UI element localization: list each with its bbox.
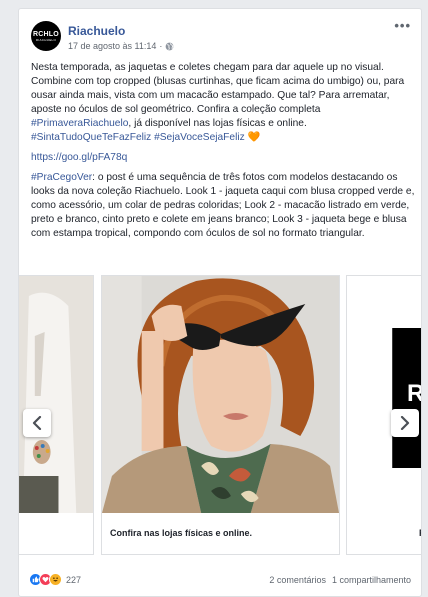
post-paragraph-1: Nesta temporada, as jaquetas e coletes c… xyxy=(31,61,415,145)
hashtag-seja[interactable]: #SejaVoceSejaFeliz xyxy=(154,132,245,143)
post-link[interactable]: https://goo.gl/pFA78q xyxy=(31,152,127,163)
globe-icon xyxy=(166,42,174,50)
look-3-photo xyxy=(102,276,339,513)
reactions-summary[interactable]: 227 xyxy=(29,573,81,586)
carousel-slide-current[interactable]: Confira nas lojas físicas e online. xyxy=(101,275,340,555)
chevron-left-icon xyxy=(32,416,42,430)
post-text: Nesta temporada, as jaquetas e coletes c… xyxy=(31,61,415,247)
photo-carousel: Confira nas lojas físicas e online. R R xyxy=(19,275,421,561)
shares-count-link[interactable]: 1 compartilhamento xyxy=(332,575,411,585)
post-paragraph-2: #PraCegoVer: o post é uma sequência de t… xyxy=(31,171,415,241)
carousel-next-button[interactable] xyxy=(391,409,419,437)
next-slide-logo-letter: R xyxy=(407,380,421,408)
meta-separator: · xyxy=(159,41,163,51)
page-name-link[interactable]: Riachuelo xyxy=(68,24,125,38)
heart-emoji: 🧡 xyxy=(247,132,261,143)
avatar-logo-subtext: RIACHUELO xyxy=(35,37,57,42)
engagement-stats: 2 comentários 1 compartilhamento xyxy=(269,575,411,585)
post-meta: 17 de agosto às 11:14 · xyxy=(68,41,174,51)
carousel-prev-button[interactable] xyxy=(23,409,51,437)
chevron-right-icon xyxy=(400,416,410,430)
post-header: RCHLO RIACHUELO Riachuelo 17 de agosto à… xyxy=(19,9,421,59)
comments-count-link[interactable]: 2 comentários xyxy=(269,575,326,585)
avatar-logo-text: RCHLO xyxy=(33,30,59,38)
paragraph-1-text-b: , já disponível nas lojas físicas e onli… xyxy=(128,118,307,129)
more-options-button[interactable]: ••• xyxy=(394,19,411,32)
hashtag-primavera[interactable]: #PrimaveraRiachuelo xyxy=(31,118,128,129)
post-paragraph-link: https://goo.gl/pFA78q xyxy=(31,151,415,165)
next-slide-caption[interactable]: R xyxy=(419,528,421,538)
post-footer: 227 2 comentários 1 compartilhamento xyxy=(19,567,421,596)
page-avatar[interactable]: RCHLO RIACHUELO xyxy=(31,21,61,51)
post-card: RCHLO RIACHUELO Riachuelo 17 de agosto à… xyxy=(18,8,422,597)
post-timestamp[interactable]: 17 de agosto às 11:14 xyxy=(68,41,156,51)
paragraph-1-text-a: Nesta temporada, as jaquetas e coletes c… xyxy=(31,62,405,115)
look-1-photo xyxy=(19,276,93,513)
reaction-count[interactable]: 227 xyxy=(66,575,81,585)
slide-caption[interactable]: Confira nas lojas físicas e online. xyxy=(110,528,252,538)
hashtag-pracegover[interactable]: #PraCegoVer xyxy=(31,172,92,183)
hashtag-sinta[interactable]: #SintaTudoQueTeFazFeliz xyxy=(31,132,151,143)
haha-reaction-icon xyxy=(49,573,62,586)
